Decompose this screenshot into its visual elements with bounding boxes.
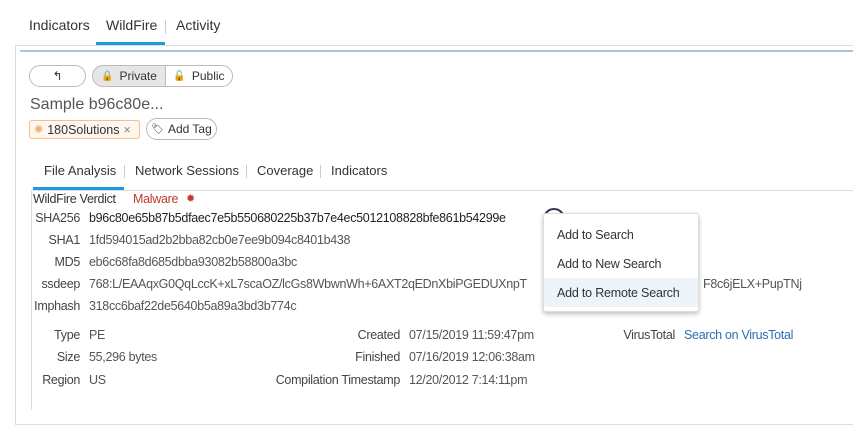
sha1-label: SHA1 bbox=[48, 233, 81, 247]
menu-item-add-to-new-search[interactable]: Add to New Search bbox=[544, 249, 698, 278]
malware-bug-icon: ✹ bbox=[186, 193, 196, 205]
panel-top-border bbox=[20, 50, 853, 52]
ssdeep-value-tail[interactable]: F8c6jELX+PupTNj bbox=[703, 277, 802, 291]
type-label: Type bbox=[54, 328, 80, 342]
verdict-label: WildFire Verdict bbox=[33, 192, 116, 206]
created-value: 07/15/2019 11:59:47pm bbox=[409, 328, 534, 342]
size-label: Size bbox=[56, 350, 80, 364]
back-arrow-icon: ↰ bbox=[52, 69, 63, 83]
region-value: US bbox=[89, 373, 106, 387]
md5-value[interactable]: eb6c68fa8d685dbba93082b58800a3bc bbox=[89, 255, 297, 269]
tab-wildfire[interactable]: WildFire bbox=[106, 17, 157, 33]
sha256-label: SHA256 bbox=[35, 211, 80, 225]
divider bbox=[124, 165, 125, 178]
context-menu: Add to Search Add to New Search Add to R… bbox=[543, 213, 699, 312]
subtab-indicators[interactable]: Indicators bbox=[331, 163, 387, 178]
subtab-file-analysis[interactable]: File Analysis bbox=[44, 163, 116, 178]
divider bbox=[165, 20, 166, 34]
finished-value: 07/16/2019 12:06:38am bbox=[409, 350, 535, 364]
size-value: 55,296 bytes bbox=[89, 350, 157, 364]
verdict-value: Malware bbox=[133, 192, 179, 206]
lock-icon: 🔒 bbox=[101, 70, 114, 82]
divider bbox=[246, 165, 247, 178]
type-value: PE bbox=[89, 328, 106, 342]
ssdeep-label: ssdeep bbox=[41, 277, 80, 291]
public-button[interactable]: 🔓 Public bbox=[165, 65, 233, 87]
sha1-value[interactable]: 1fd594015ad2b2bba82cb0e7ee9b094c8401b438 bbox=[89, 233, 351, 247]
back-button[interactable]: ↰ bbox=[29, 65, 86, 87]
public-label: Public bbox=[191, 69, 225, 83]
region-label: Region bbox=[42, 373, 80, 387]
finished-label: Finished bbox=[355, 350, 400, 364]
divider bbox=[320, 165, 321, 178]
compilation-timestamp-value: 12/20/2012 7:14:11pm bbox=[409, 373, 528, 387]
created-label: Created bbox=[357, 328, 401, 342]
tag-label: 180Solutions bbox=[47, 122, 120, 137]
bug-icon: ✺ bbox=[34, 124, 44, 136]
sha256-value[interactable]: b96c80e65b87b5dfaec7e5b550680225b37b7e4e… bbox=[89, 211, 506, 225]
add-tag-label: Add Tag bbox=[167, 122, 212, 136]
sample-title: Sample b96c80e... bbox=[30, 96, 164, 113]
virustotal-label: VirusTotal bbox=[623, 328, 675, 342]
private-button[interactable]: 🔒 Private bbox=[92, 65, 166, 87]
ssdeep-value[interactable]: 768:L/EAAqxG0QqLccK+xL7scaOZ/lcGs8WbwnWh… bbox=[89, 277, 527, 291]
md5-label: MD5 bbox=[54, 255, 81, 269]
unlock-icon: 🔓 bbox=[173, 70, 186, 82]
subtab-coverage[interactable]: Coverage bbox=[257, 163, 313, 178]
tag-icon: 🏷 bbox=[151, 123, 164, 135]
menu-item-add-to-remote-search[interactable]: Add to Remote Search bbox=[544, 278, 698, 307]
menu-item-add-to-search[interactable]: Add to Search bbox=[544, 220, 698, 249]
tag-180solutions[interactable]: ✺ 180Solutions × bbox=[29, 120, 140, 139]
compilation-timestamp-label: Compilation Timestamp bbox=[275, 373, 401, 387]
imphash-value[interactable]: 318cc6baf22de5640b5a89a3bd3b774c bbox=[89, 299, 297, 313]
tag-remove-icon[interactable]: × bbox=[124, 123, 131, 137]
subtab-network-sessions[interactable]: Network Sessions bbox=[135, 163, 239, 178]
tab-indicators[interactable]: Indicators bbox=[29, 17, 90, 33]
add-tag-button[interactable]: 🏷 Add Tag bbox=[146, 118, 217, 140]
tab-activity[interactable]: Activity bbox=[176, 17, 220, 33]
imphash-label: Imphash bbox=[34, 299, 80, 313]
private-label: Private bbox=[119, 69, 157, 83]
virustotal-link[interactable]: Search on VirusTotal bbox=[684, 328, 793, 342]
